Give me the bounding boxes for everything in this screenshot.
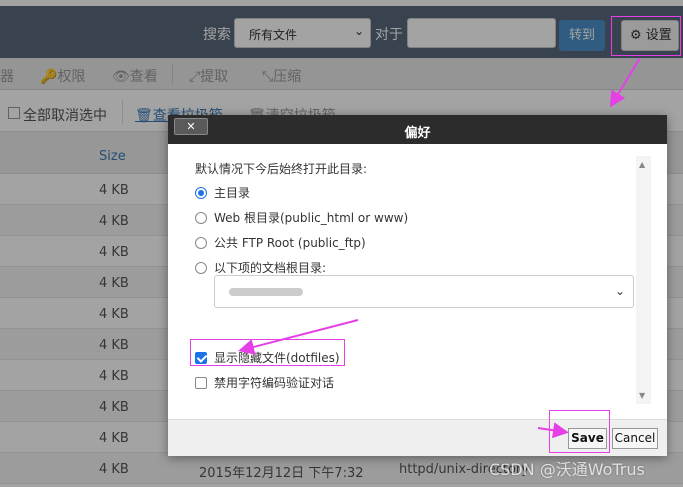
scroll-up-icon[interactable]: ▲ xyxy=(639,160,645,169)
radio-web-root[interactable]: Web 根目录(public_html or www) xyxy=(195,209,408,226)
default-directory-label: 默认情况下今后始终打开此目录: xyxy=(195,162,368,176)
radio-home-directory[interactable]: 主目录 xyxy=(195,184,250,201)
chevron-down-icon: ⌄ xyxy=(614,284,625,298)
dialog-header: ✕ 偏好 xyxy=(168,115,667,144)
redacted-domain xyxy=(229,288,303,296)
radio-button[interactable] xyxy=(195,262,207,274)
cancel-button[interactable]: Cancel xyxy=(612,428,658,449)
dialog-body: 默认情况下今后始终打开此目录: 主目录 Web 根目录(public_html … xyxy=(168,144,667,419)
radio-button[interactable] xyxy=(195,187,207,199)
show-hidden-highlight-box xyxy=(190,339,345,366)
radio-ftp-root[interactable]: 公共 FTP Root (public_ftp) xyxy=(195,234,366,251)
document-root-select[interactable]: ⌄ xyxy=(214,275,634,308)
save-highlight-box xyxy=(549,410,610,453)
disable-encoding-check-option[interactable]: 禁用字符编码验证对话 xyxy=(195,374,334,391)
settings-highlight-box xyxy=(611,16,681,56)
dialog-scrollbar[interactable]: ▲ ▼ xyxy=(636,156,651,404)
dialog-title: 偏好 xyxy=(404,126,431,141)
preferences-dialog: ✕ 偏好 默认情况下今后始终打开此目录: 主目录 Web 根目录(public_… xyxy=(168,115,667,456)
scroll-down-icon[interactable]: ▼ xyxy=(639,391,645,400)
disable-encoding-check-checkbox[interactable] xyxy=(195,377,207,389)
watermark: CSDN @沃通WoTrus xyxy=(489,460,645,479)
radio-button[interactable] xyxy=(195,237,207,249)
radio-button[interactable] xyxy=(195,212,207,224)
radio-document-root[interactable]: 以下项的文档根目录: xyxy=(195,259,326,276)
